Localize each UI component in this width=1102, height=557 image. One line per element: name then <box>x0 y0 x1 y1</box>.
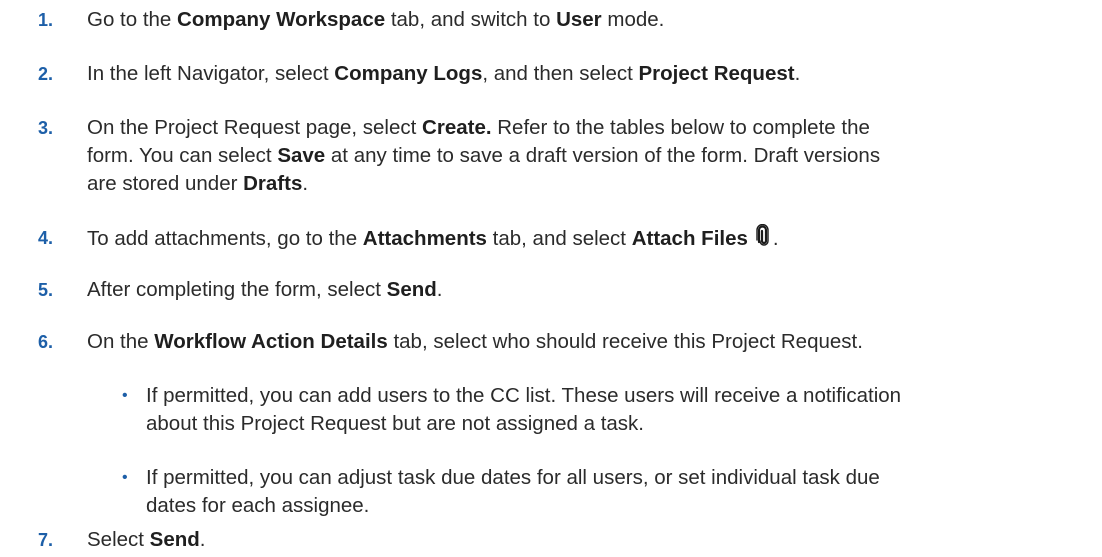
step-text: On the Workflow Action Details tab, sele… <box>87 330 863 353</box>
step-number: 7. <box>38 530 54 550</box>
step-number: 3. <box>38 118 54 138</box>
step-number: 5. <box>38 280 54 300</box>
bullet-dot: • <box>122 469 128 486</box>
step-text: After completing the form, select Send. <box>87 278 443 301</box>
step-number: 1. <box>38 10 54 30</box>
step-text: To add attachments, go to the Attachment… <box>87 224 1087 253</box>
step-text: Go to the Company Workspace tab, and swi… <box>87 8 665 31</box>
step-text: Select Send. <box>87 528 206 551</box>
bullet-text: If permitted, you can add users to the C… <box>146 384 902 435</box>
paperclip-icon <box>756 224 769 246</box>
step-number: 2. <box>38 64 54 84</box>
step-text: On the Project Request page, select Crea… <box>87 116 881 195</box>
procedure-steps: 1. Go to the Company Workspace tab, and … <box>0 0 1102 557</box>
bullet-dot: • <box>122 387 128 404</box>
step-number: 6. <box>38 332 54 352</box>
bullet-text: If permitted, you can adjust task due da… <box>146 466 880 517</box>
step-text: In the left Navigator, select Company Lo… <box>87 62 801 85</box>
step-number: 4. <box>38 228 54 248</box>
